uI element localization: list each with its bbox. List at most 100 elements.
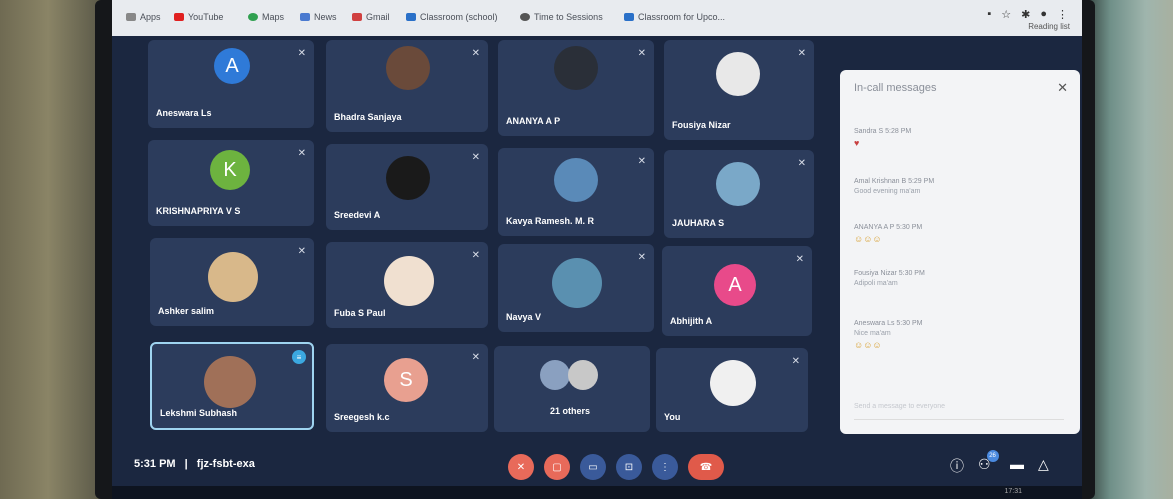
meet-view: A ✕ Aneswara Ls ✕ Bhadra Sanjaya ✕ ANANY… [112, 36, 1082, 486]
chat-button[interactable]: ▬ [1010, 456, 1024, 472]
current-time: 5:31 PM [134, 458, 176, 470]
emoji-icon: ☺☺☺ [854, 234, 882, 244]
speaking-indicator-icon: ≡ [292, 350, 306, 364]
participant-tile[interactable]: ✕ Bhadra Sanjaya [326, 40, 488, 132]
meeting-controls-bar: 5:31 PM | fjz-fsbt-exa ✕ ▢ ▭ ⊡ ⋮ ☎ ⓘ ⚇ 2… [112, 446, 1082, 486]
participant-tile[interactable]: ✕ Fousiya Nizar [664, 40, 814, 140]
captions-button[interactable]: ▭ [580, 454, 606, 480]
end-call-icon: ☎ [699, 461, 713, 473]
mic-off-icon: ✕ [471, 352, 480, 363]
participant-name: ANANYA A P [506, 116, 561, 126]
avatar: A [214, 48, 250, 84]
participant-name: Aneswara Ls [156, 108, 212, 118]
participant-name: Navya V [506, 312, 542, 322]
participant-tile[interactable]: K ✕ KRISHNAPRIYA V S [148, 140, 314, 226]
mic-off-button[interactable]: ✕ [508, 454, 534, 480]
message-sender: Sandra S 5:28 PM [854, 128, 912, 135]
meeting-info: 5:31 PM | fjz-fsbt-exa [134, 458, 255, 470]
bookmarks-bar: Apps YouTube Maps News Gmail Classroom (… [112, 0, 1082, 36]
participant-name: You [664, 412, 681, 422]
participant-tile[interactable]: ✕ Fuba S Paul [326, 242, 488, 328]
bookmark-classroom[interactable]: Classroom (school) [406, 12, 498, 22]
camera-off-button[interactable]: ▢ [544, 454, 570, 480]
bookmark-time-sessions[interactable]: Time to Sessions [520, 12, 603, 22]
chat-message: Fousiya Nizar 5:30 PM Adipoli ma'am [854, 270, 1064, 287]
bookmark-classroom-upco[interactable]: Classroom for Upco... [624, 12, 725, 22]
participant-tile[interactable]: ✕ Kavya Ramesh. M. R [498, 148, 654, 236]
mic-off-icon: ✕ [791, 356, 800, 367]
participant-name: Kavya Ramesh. M. R [506, 216, 595, 226]
camera-off-icon: ▢ [552, 461, 562, 473]
profile-icon[interactable]: ● [1040, 8, 1047, 21]
mic-off-icon: ✕ [637, 156, 646, 167]
mic-off-icon: ✕ [471, 152, 480, 163]
heart-emoji-icon: ♥ [854, 138, 860, 148]
mic-off-icon: ✕ [797, 158, 806, 169]
participant-name: Sreegesh k.c [334, 412, 390, 422]
emoji-icon: ☺☺☺ [854, 340, 882, 350]
people-button[interactable]: ⚇ 26 [978, 450, 999, 473]
captions-icon: ▭ [588, 461, 598, 473]
bookmark-apps[interactable]: Apps [126, 12, 161, 22]
message-input[interactable]: Send a message to everyone [854, 403, 1064, 420]
participant-tile[interactable]: S ✕ Sreegesh k.c [326, 344, 488, 432]
youtube-icon [174, 13, 184, 21]
activities-button[interactable]: △ [1038, 456, 1049, 473]
participant-tile-speaking[interactable]: ≡ Lekshmi Subhash [150, 342, 314, 430]
mic-off-icon: ✕ [516, 461, 526, 473]
mic-off-icon: ✕ [471, 250, 480, 261]
present-button[interactable]: ⊡ [616, 454, 642, 480]
participant-name: Lekshmi Subhash [160, 408, 238, 418]
bookmark-youtube[interactable]: YouTube [174, 12, 223, 22]
participant-name: Fousiya Nizar [672, 120, 731, 130]
participant-tile[interactable]: ✕ Ashker salim [150, 238, 314, 326]
participants-count-badge: 26 [986, 450, 999, 462]
avatar [208, 252, 258, 302]
leave-call-button[interactable]: ☎ [688, 454, 724, 480]
participant-tile[interactable]: A ✕ Abhijith A [662, 246, 812, 336]
avatar [716, 162, 760, 206]
bookmark-gmail[interactable]: Gmail [352, 12, 390, 22]
mic-off-icon: ✕ [297, 148, 306, 159]
cast-icon[interactable]: ▪ [987, 8, 991, 21]
more-icon: ⋮ [660, 461, 670, 473]
avatar [204, 356, 256, 408]
avatar [386, 156, 430, 200]
participant-tile[interactable]: ✕ Navya V [498, 244, 654, 332]
chat-message: Aneswara Ls 5:30 PM Nice ma'am ☺☺☺ [854, 320, 1064, 350]
more-options-button[interactable]: ⋮ [652, 454, 678, 480]
info-button[interactable]: ⓘ [950, 456, 964, 476]
extensions-icon[interactable]: ✱ [1021, 8, 1030, 21]
star-icon[interactable]: ☆ [1001, 8, 1011, 21]
others-tile[interactable]: 21 others [494, 346, 650, 432]
others-count: 21 others [550, 406, 591, 416]
bookmark-maps[interactable]: Maps [248, 12, 284, 22]
gmail-icon [352, 13, 362, 21]
participant-tile[interactable]: ✕ ANANYA A P [498, 40, 654, 136]
self-tile[interactable]: ✕ You [656, 348, 808, 432]
screen: Apps YouTube Maps News Gmail Classroom (… [112, 0, 1082, 486]
avatar [554, 158, 598, 202]
participant-name: KRISHNAPRIYA V S [156, 206, 241, 216]
avatar [540, 360, 570, 390]
message-sender: ANANYA A P 5:30 PM [854, 224, 923, 231]
meeting-code[interactable]: fjz-fsbt-exa [197, 458, 255, 470]
participant-tile[interactable]: ✕ JAUHARA S [664, 150, 814, 238]
participant-tile[interactable]: A ✕ Aneswara Ls [148, 40, 314, 128]
avatar [568, 360, 598, 390]
participant-name: JAUHARA S [672, 218, 725, 228]
avatar [552, 258, 602, 308]
reading-list[interactable]: Reading list [1028, 22, 1070, 31]
participant-tile[interactable]: ✕ Sreedevi A [326, 144, 488, 230]
chat-message: Sandra S 5:28 PM ♥ [854, 128, 1064, 148]
participant-name: Bhadra Sanjaya [334, 112, 402, 122]
close-icon[interactable]: ✕ [1057, 80, 1068, 96]
menu-icon[interactable]: ⋮ [1057, 8, 1068, 21]
bookmark-news[interactable]: News [300, 12, 337, 22]
avatar: S [384, 358, 428, 402]
message-sender: Aneswara Ls 5:30 PM [854, 320, 923, 327]
maps-icon [248, 13, 258, 21]
classroom-icon [624, 13, 634, 21]
avatar [554, 46, 598, 90]
activities-icon: △ [1038, 456, 1049, 472]
